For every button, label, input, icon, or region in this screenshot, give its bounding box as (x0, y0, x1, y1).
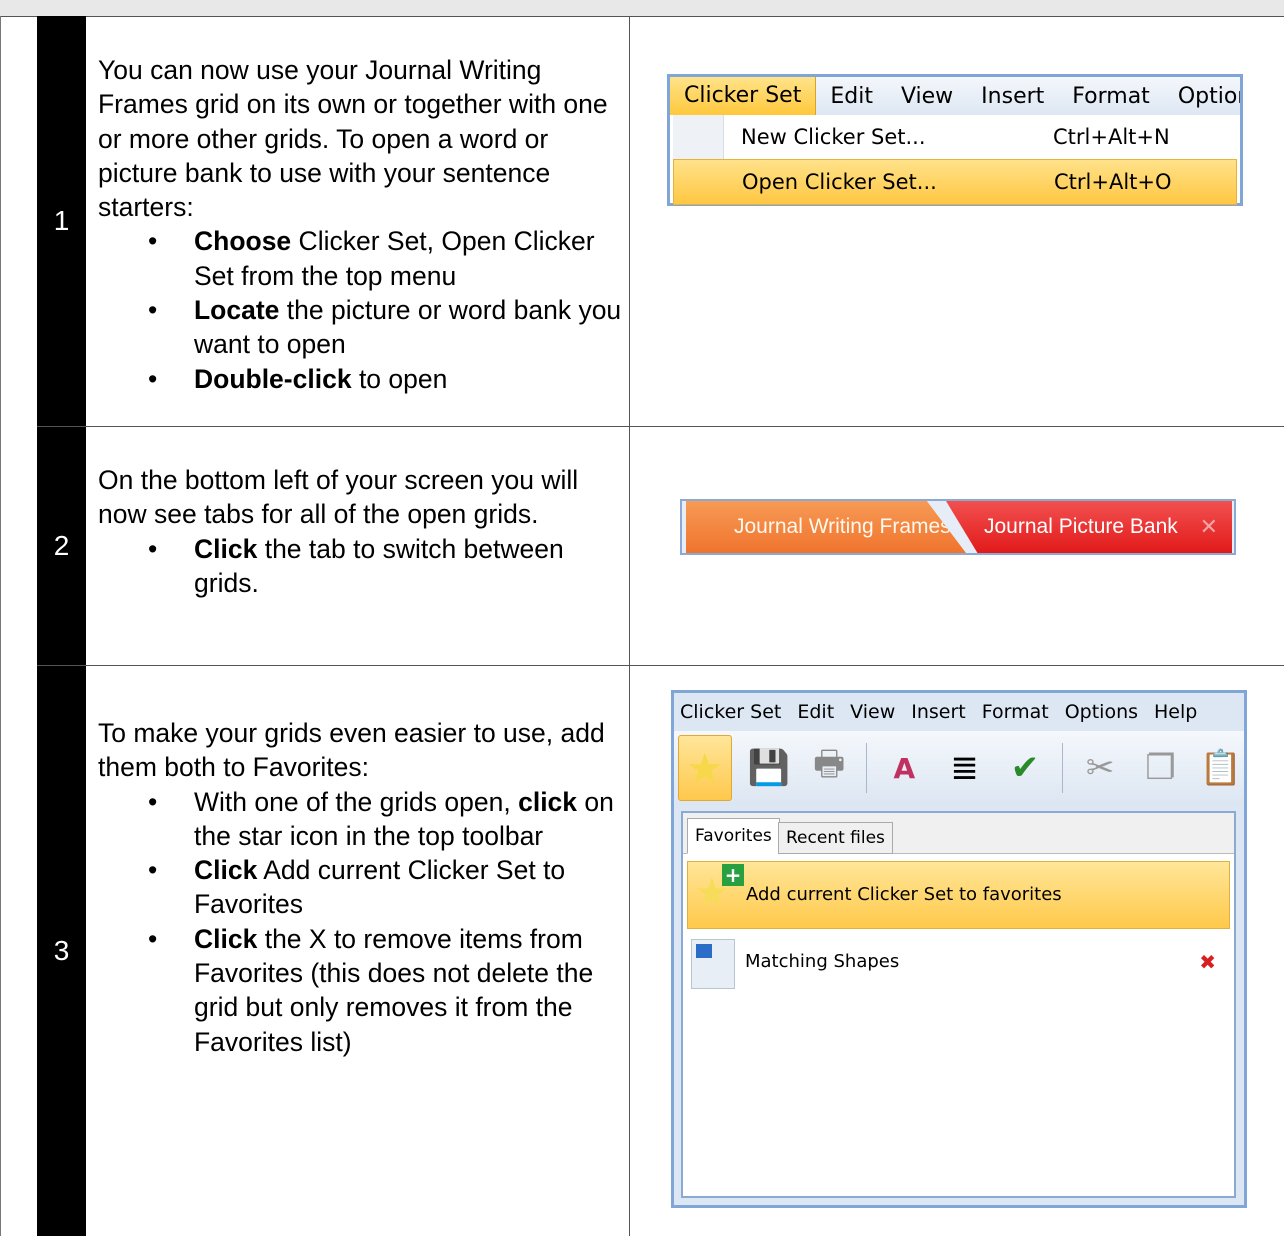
menu-insert[interactable]: Insert (905, 701, 976, 723)
step-screenshot: Clicker Set Edit View Insert Format Opti… (630, 16, 1284, 426)
star-icon[interactable]: ★ (678, 735, 732, 801)
bullet-item: Click the X to remove items from Favorit… (148, 922, 629, 1059)
grid-tabs: Journal Writing Frames Journal Picture B… (680, 499, 1236, 555)
step-text: You can now use your Journal Writing Fra… (86, 16, 630, 426)
step-intro: On the bottom left of your screen you wi… (98, 465, 579, 530)
step-bullets: Click the tab to switch between grids. (98, 532, 629, 601)
menu-item-open-clicker-set[interactable]: Open Clicker Set... Ctrl+Alt+O (673, 159, 1237, 205)
step-number: 3 (37, 666, 86, 1236)
remove-icon[interactable]: ✖ (1199, 937, 1216, 987)
menu-options[interactable]: Options (1059, 701, 1148, 723)
tab-journal-picture-bank[interactable]: Journal Picture Bank ✕ (946, 501, 1232, 553)
tab-journal-writing-frames[interactable]: Journal Writing Frames (686, 501, 966, 553)
step-row-2: 2 On the bottom left of your screen you … (37, 427, 1284, 666)
toolbar: ★ 💾 🖶 A ≣ ✔ ✂ ❐ 📋 (674, 731, 1244, 805)
menu-format[interactable]: Format (976, 701, 1059, 723)
spelling-icon[interactable]: A (881, 740, 927, 796)
menu-bar: Clicker Set Edit View Insert Format Opti… (670, 77, 1240, 115)
bullet-item: Locate the picture or word bank you want… (148, 293, 629, 362)
toolbar-divider (1062, 743, 1063, 793)
bullet-item: Click Add current Clicker Set to Favorit… (148, 853, 629, 922)
paste-icon[interactable]: 📋 (1198, 740, 1244, 796)
copy-icon[interactable]: ❐ (1137, 740, 1183, 796)
menu-options[interactable]: Options (1164, 84, 1240, 109)
bullet-item: Double-click to open (148, 362, 629, 397)
list-icon[interactable]: ≣ (941, 740, 987, 796)
step-row-1: 1 You can now use your Journal Writing F… (37, 16, 1284, 427)
favorites-panel: Favorites Recent files ★ + Add current C… (681, 811, 1236, 1198)
step-text: On the bottom left of your screen you wi… (86, 427, 630, 665)
menu-view[interactable]: View (887, 84, 967, 109)
spellcheck-icon[interactable]: ✔ (1002, 740, 1048, 796)
add-to-favorites-button[interactable]: ★ + Add current Clicker Set to favorites (687, 861, 1230, 929)
menu-clicker-set[interactable]: Clicker Set (674, 701, 791, 723)
step-screenshot: Clicker Set Edit View Insert Format Opti… (630, 666, 1284, 1236)
tab-favorites[interactable]: Favorites (687, 818, 780, 854)
menu-format[interactable]: Format (1058, 84, 1164, 109)
table-left-border (0, 16, 1, 1236)
menu-bar: Clicker Set Edit View Insert Format Opti… (674, 693, 1244, 731)
favorite-item[interactable]: Matching Shapes ✖ (691, 937, 1226, 993)
menu-edit[interactable]: Edit (791, 701, 844, 723)
cut-icon[interactable]: ✂ (1077, 740, 1123, 796)
step-intro: To make your grids even easier to use, a… (98, 718, 605, 783)
step-intro: You can now use your Journal Writing Fra… (98, 55, 608, 223)
save-icon[interactable]: 💾 (746, 740, 792, 796)
menu-clicker-set[interactable]: Clicker Set (670, 77, 817, 115)
header-strip (0, 0, 1284, 17)
clicker-window: Clicker Set Edit View Insert Format Opti… (671, 690, 1247, 1208)
step-row-3: 3 To make your grids even easier to use,… (37, 666, 1284, 1236)
clicker-set-menu: Clicker Set Edit View Insert Format Opti… (667, 74, 1243, 206)
step-screenshot: Journal Writing Frames Journal Picture B… (630, 427, 1284, 665)
plus-icon: + (722, 864, 744, 886)
panel-tabs: Favorites Recent files (683, 813, 1234, 854)
print-icon[interactable]: 🖶 (806, 740, 852, 796)
step-number: 1 (37, 16, 86, 426)
step-bullets: Choose Clicker Set, Open Clicker Set fro… (98, 224, 629, 397)
bullet-item: Click the tab to switch between grids. (148, 532, 629, 601)
menu-item-new-clicker-set[interactable]: New Clicker Set... Ctrl+Alt+N (673, 115, 1237, 159)
menu-edit[interactable]: Edit (816, 84, 887, 109)
step-number: 2 (37, 427, 86, 665)
clicker-set-icon (691, 939, 735, 989)
step-bullets: With one of the grids open, click on the… (98, 785, 629, 1059)
menu-insert[interactable]: Insert (967, 84, 1058, 109)
bullet-item: With one of the grids open, click on the… (148, 785, 629, 854)
bullet-item: Choose Clicker Set, Open Clicker Set fro… (148, 224, 629, 293)
tab-recent-files[interactable]: Recent files (778, 822, 893, 854)
step-text: To make your grids even easier to use, a… (86, 666, 630, 1236)
toolbar-divider (866, 743, 868, 793)
menu-view[interactable]: View (844, 701, 905, 723)
close-icon[interactable]: ✕ (1200, 501, 1218, 553)
menu-help[interactable]: Help (1148, 701, 1207, 723)
